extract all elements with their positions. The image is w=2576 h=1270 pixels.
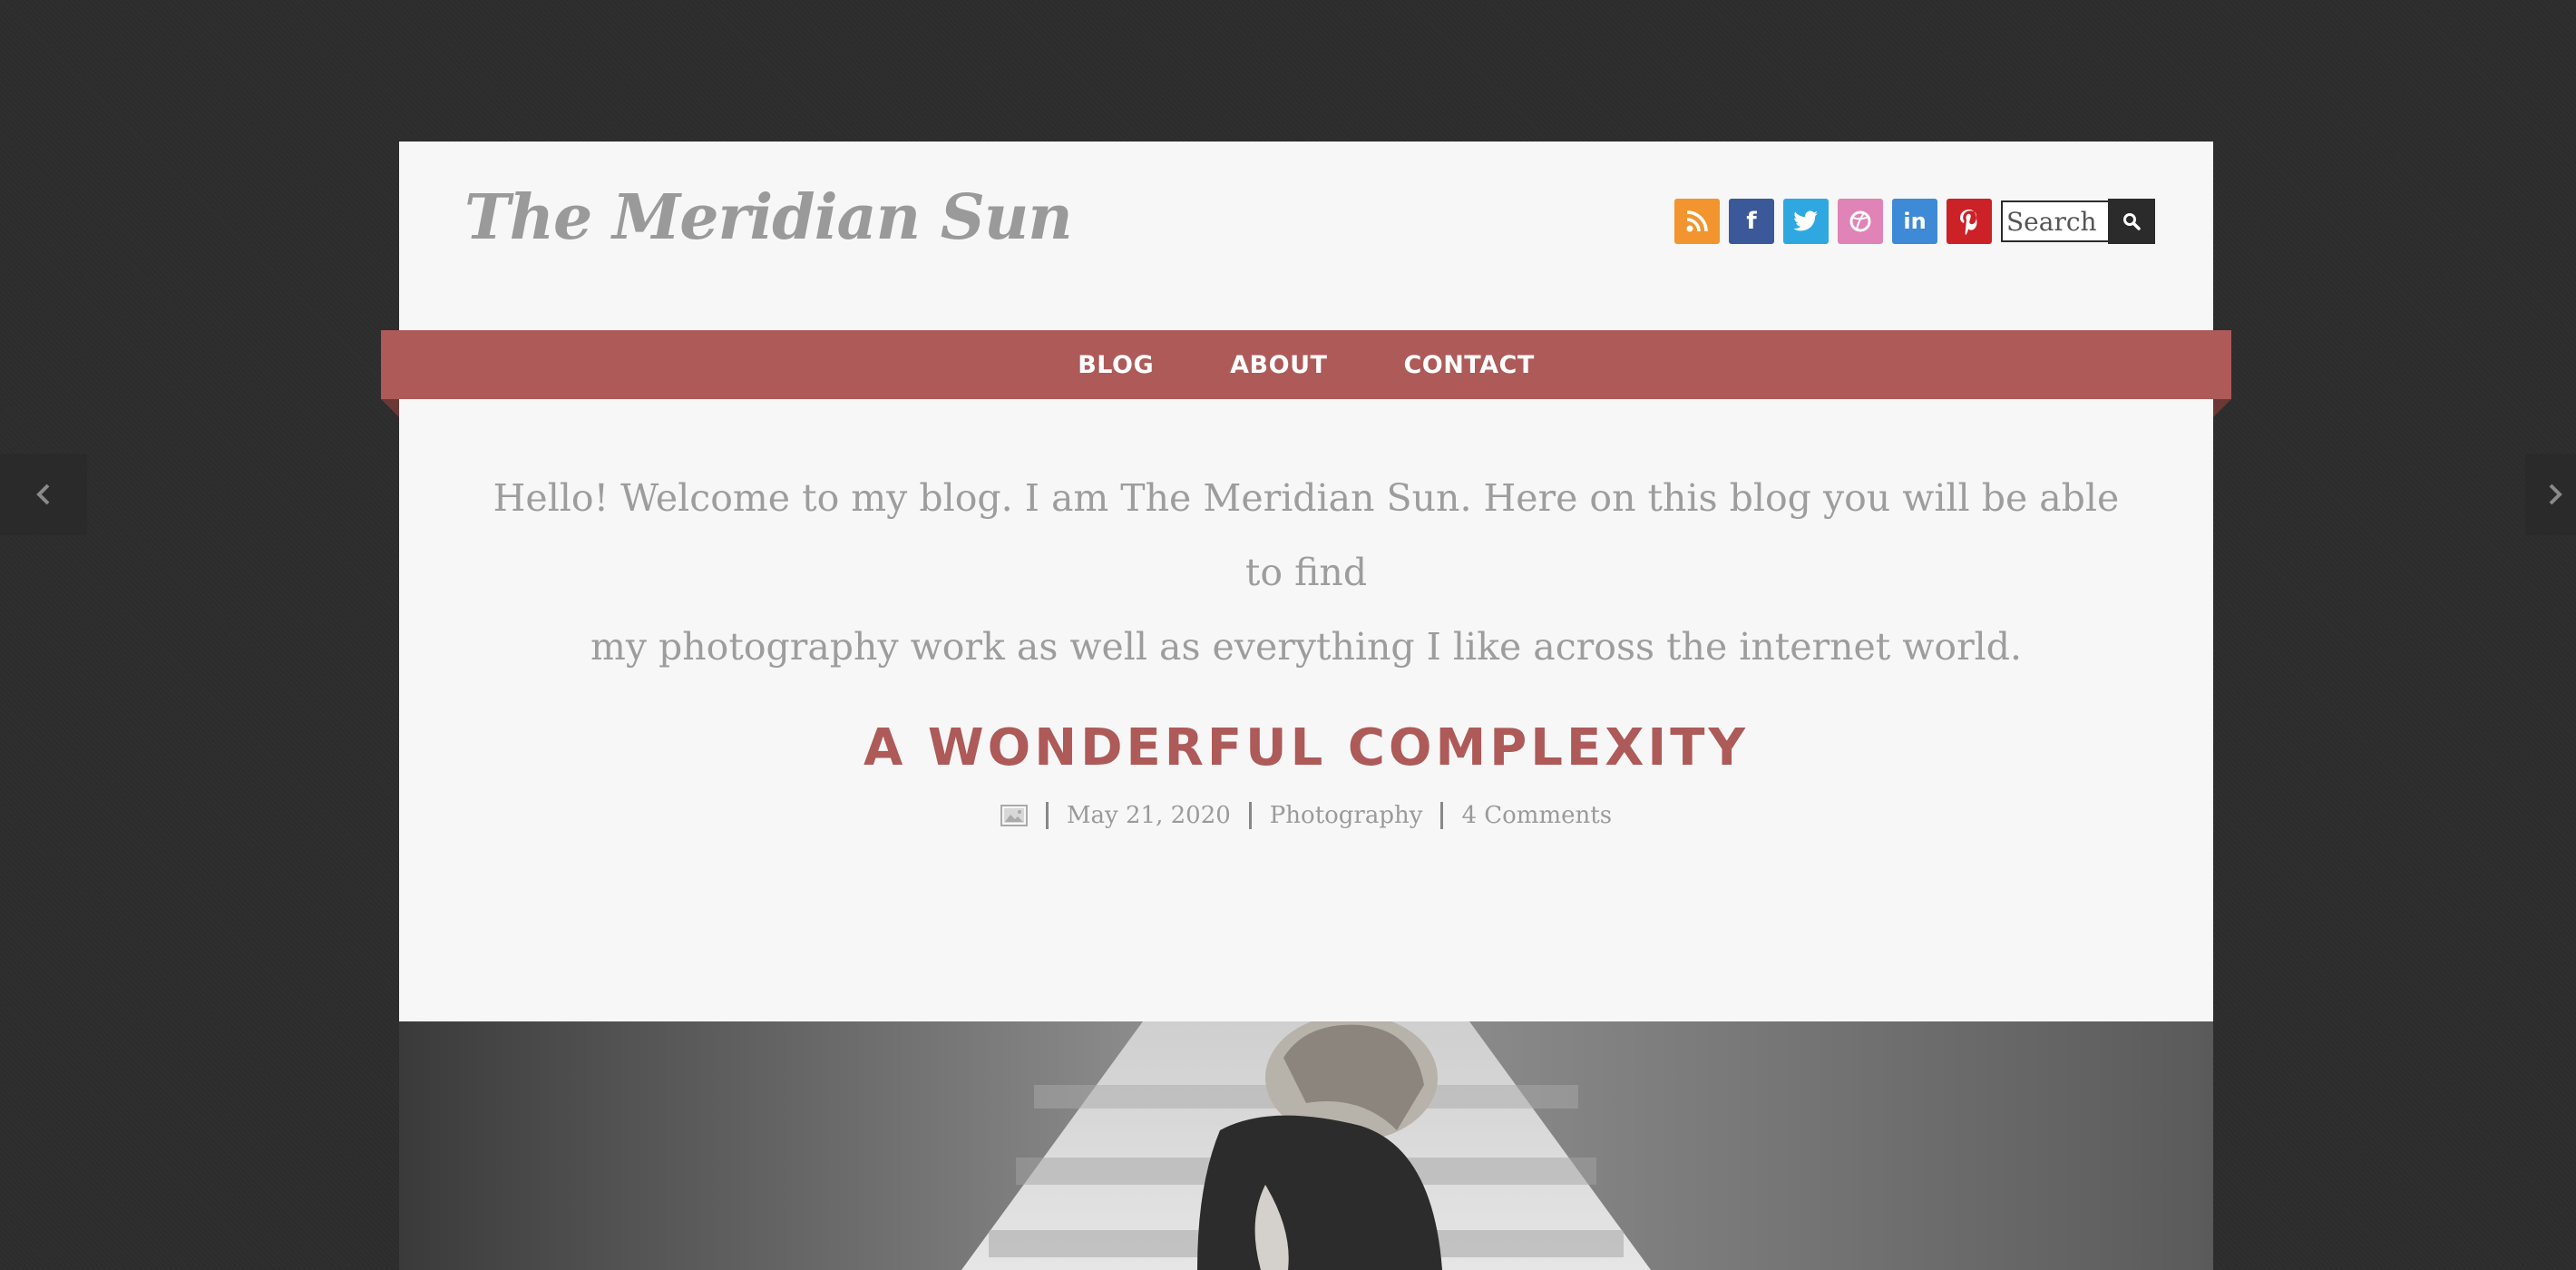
site-title[interactable]: The Meridian Sun <box>464 181 1073 254</box>
side-arrow-right[interactable] <box>2525 454 2576 535</box>
chevron-right-icon <box>2549 484 2562 505</box>
post-date[interactable]: May 21, 2020 <box>1067 802 1231 829</box>
image-format-icon[interactable] <box>1000 805 1028 826</box>
site-header: The Meridian Sun f in Search <box>399 142 2213 330</box>
search-placeholder: Search <box>2006 206 2097 237</box>
nav-ribbon-fold-left <box>381 399 399 417</box>
nav-item-about[interactable]: About <box>1230 351 1327 379</box>
intro-text: Hello! Welcome to my blog. I am The Meri… <box>481 461 2132 684</box>
post-comments[interactable]: 4 Comments <box>1461 802 1612 829</box>
meta-divider <box>1440 802 1444 829</box>
rss-icon[interactable] <box>1674 199 1720 244</box>
intro-line-2: my photography work as well as everythin… <box>590 625 2023 669</box>
page-container: The Meridian Sun f in Search BLOG ABOUT … <box>381 142 2231 1270</box>
pinterest-icon[interactable] <box>1947 199 1992 244</box>
meta-divider <box>1248 802 1252 829</box>
linkedin-icon[interactable]: in <box>1892 199 1937 244</box>
nav-item-blog[interactable]: Blog <box>1078 351 1154 379</box>
chevron-left-icon <box>36 484 50 505</box>
search-button[interactable] <box>2108 199 2155 244</box>
social-bar: f in Search <box>1665 198 2155 245</box>
nav-ribbon-fold-right <box>2213 399 2231 417</box>
post-meta: May 21, 2020 Photography 4 Comments <box>399 802 2213 829</box>
main-content: Hello! Welcome to my blog. I am The Meri… <box>399 399 2213 1021</box>
post-featured-image[interactable] <box>399 1021 2213 1270</box>
meta-divider <box>1045 802 1049 829</box>
main-nav: Blog About Contact <box>381 330 2231 399</box>
facebook-icon[interactable]: f <box>1729 199 1774 244</box>
post-category[interactable]: Photography <box>1270 802 1423 829</box>
search-input[interactable]: Search <box>2001 200 2108 242</box>
nav-item-contact[interactable]: Contact <box>1403 351 1534 379</box>
post-title[interactable]: A Wonderful Complexity <box>399 718 2213 777</box>
search-icon <box>2123 213 2141 230</box>
side-arrow-left[interactable] <box>0 454 87 535</box>
twitter-icon[interactable] <box>1783 199 1829 244</box>
dribbble-icon[interactable] <box>1838 199 1883 244</box>
intro-line-1: Hello! Welcome to my blog. I am The Meri… <box>493 476 2120 594</box>
